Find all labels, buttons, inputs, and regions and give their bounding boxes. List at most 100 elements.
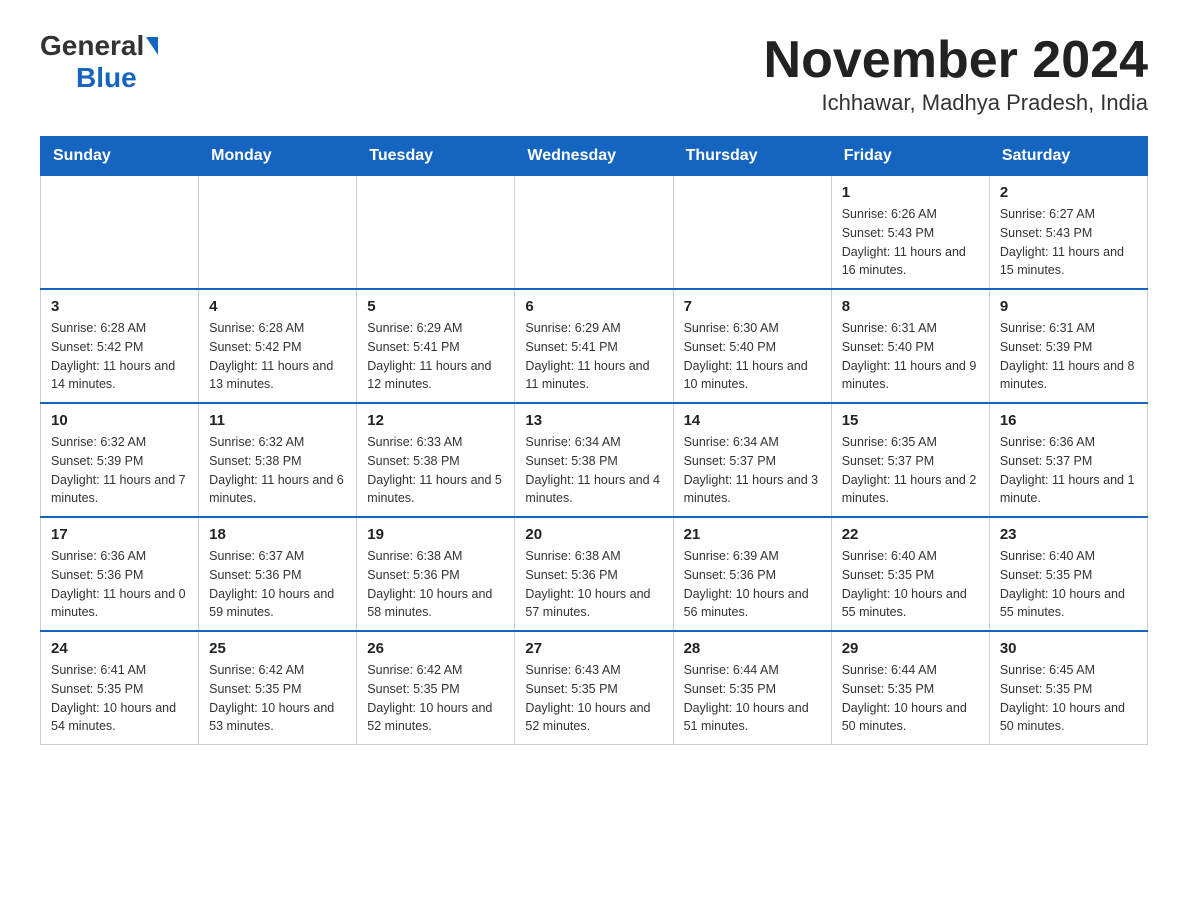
calendar-day-cell: 3 Sunrise: 6:28 AMSunset: 5:42 PMDaylight… [41,289,199,403]
day-number: 9 [1000,298,1137,315]
calendar-day-cell [357,176,515,290]
calendar-day-cell: 2 Sunrise: 6:27 AMSunset: 5:43 PMDaylight… [989,176,1147,290]
day-info: Sunrise: 6:31 AMSunset: 5:39 PMDaylight:… [1000,319,1137,394]
day-number: 24 [51,640,188,657]
day-info: Sunrise: 6:34 AMSunset: 5:38 PMDaylight:… [525,433,662,508]
day-number: 8 [842,298,979,315]
page-subtitle: Ichhawar, Madhya Pradesh, India [764,90,1148,116]
calendar-day-cell: 16 Sunrise: 6:36 AMSunset: 5:37 PMDayligh… [989,403,1147,517]
day-info: Sunrise: 6:31 AMSunset: 5:40 PMDaylight:… [842,319,979,394]
day-info: Sunrise: 6:28 AMSunset: 5:42 PMDaylight:… [51,319,188,394]
day-number: 7 [684,298,821,315]
day-info: Sunrise: 6:42 AMSunset: 5:35 PMDaylight:… [209,661,346,736]
calendar-day-cell: 26 Sunrise: 6:42 AMSunset: 5:35 PMDayligh… [357,631,515,745]
calendar-day-cell: 30 Sunrise: 6:45 AMSunset: 5:35 PMDayligh… [989,631,1147,745]
calendar-day-cell [41,176,199,290]
day-number: 14 [684,412,821,429]
day-number: 2 [1000,184,1137,201]
day-info: Sunrise: 6:38 AMSunset: 5:36 PMDaylight:… [367,547,504,622]
logo: General Blue [40,30,158,94]
calendar-day-cell: 10 Sunrise: 6:32 AMSunset: 5:39 PMDayligh… [41,403,199,517]
calendar-day-header: Wednesday [515,137,673,176]
calendar-day-cell: 28Sunrise: 6:44 AMSunset: 5:35 PMDayligh… [673,631,831,745]
calendar-day-cell [515,176,673,290]
day-number: 15 [842,412,979,429]
day-info: Sunrise: 6:40 AMSunset: 5:35 PMDaylight:… [1000,547,1137,622]
day-info: Sunrise: 6:27 AMSunset: 5:43 PMDaylight:… [1000,205,1137,280]
calendar-day-cell: 18 Sunrise: 6:37 AMSunset: 5:36 PMDayligh… [199,517,357,631]
day-info: Sunrise: 6:32 AMSunset: 5:39 PMDaylight:… [51,433,188,508]
calendar-day-cell: 8 Sunrise: 6:31 AMSunset: 5:40 PMDaylight… [831,289,989,403]
day-number: 10 [51,412,188,429]
day-number: 5 [367,298,504,315]
day-info: Sunrise: 6:26 AMSunset: 5:43 PMDaylight:… [842,205,979,280]
day-info: Sunrise: 6:36 AMSunset: 5:37 PMDaylight:… [1000,433,1137,508]
day-number: 27 [525,640,662,657]
day-number: 19 [367,526,504,543]
calendar-day-cell: 12 Sunrise: 6:33 AMSunset: 5:38 PMDayligh… [357,403,515,517]
calendar-table: SundayMondayTuesdayWednesdayThursdayFrid… [40,136,1148,745]
calendar-day-header: Friday [831,137,989,176]
day-number: 18 [209,526,346,543]
day-number: 25 [209,640,346,657]
day-number: 20 [525,526,662,543]
day-number: 30 [1000,640,1137,657]
day-info: Sunrise: 6:40 AMSunset: 5:35 PMDaylight:… [842,547,979,622]
calendar-day-cell: 14 Sunrise: 6:34 AMSunset: 5:37 PMDayligh… [673,403,831,517]
day-number: 21 [684,526,821,543]
day-number: 29 [842,640,979,657]
day-info: Sunrise: 6:30 AMSunset: 5:40 PMDaylight:… [684,319,821,394]
day-number: 13 [525,412,662,429]
day-number: 6 [525,298,662,315]
day-info: Sunrise: 6:44 AMSunset: 5:35 PMDaylight:… [842,661,979,736]
calendar-day-cell: 7 Sunrise: 6:30 AMSunset: 5:40 PMDaylight… [673,289,831,403]
day-info: Sunrise: 6:29 AMSunset: 5:41 PMDaylight:… [367,319,504,394]
calendar-header-row: SundayMondayTuesdayWednesdayThursdayFrid… [41,137,1148,176]
day-number: 28 [684,640,821,657]
day-number: 1 [842,184,979,201]
calendar-day-header: Tuesday [357,137,515,176]
day-number: 16 [1000,412,1137,429]
calendar-day-cell [673,176,831,290]
day-info: Sunrise: 6:34 AMSunset: 5:37 PMDaylight:… [684,433,821,508]
calendar-week-row: 17 Sunrise: 6:36 AMSunset: 5:36 PMDayligh… [41,517,1148,631]
calendar-day-header: Monday [199,137,357,176]
calendar-day-cell: 1 Sunrise: 6:26 AMSunset: 5:43 PMDaylight… [831,176,989,290]
day-number: 17 [51,526,188,543]
calendar-week-row: 1 Sunrise: 6:26 AMSunset: 5:43 PMDaylight… [41,176,1148,290]
calendar-day-cell: 19 Sunrise: 6:38 AMSunset: 5:36 PMDayligh… [357,517,515,631]
day-info: Sunrise: 6:35 AMSunset: 5:37 PMDaylight:… [842,433,979,508]
day-info: Sunrise: 6:33 AMSunset: 5:38 PMDaylight:… [367,433,504,508]
calendar-day-cell: 25 Sunrise: 6:42 AMSunset: 5:35 PMDayligh… [199,631,357,745]
calendar-day-cell: 23 Sunrise: 6:40 AMSunset: 5:35 PMDayligh… [989,517,1147,631]
logo-triangle-icon [146,37,158,55]
calendar-day-header: Sunday [41,137,199,176]
day-info: Sunrise: 6:29 AMSunset: 5:41 PMDaylight:… [525,319,662,394]
page-header: General Blue November 2024 Ichhawar, Mad… [40,30,1148,116]
calendar-day-cell: 11Sunrise: 6:32 AMSunset: 5:38 PMDayligh… [199,403,357,517]
day-number: 3 [51,298,188,315]
calendar-day-cell: 15 Sunrise: 6:35 AMSunset: 5:37 PMDayligh… [831,403,989,517]
day-info: Sunrise: 6:28 AMSunset: 5:42 PMDaylight:… [209,319,346,394]
day-info: Sunrise: 6:38 AMSunset: 5:36 PMDaylight:… [525,547,662,622]
day-number: 26 [367,640,504,657]
calendar-day-cell: 6 Sunrise: 6:29 AMSunset: 5:41 PMDaylight… [515,289,673,403]
calendar-week-row: 24 Sunrise: 6:41 AMSunset: 5:35 PMDayligh… [41,631,1148,745]
day-number: 23 [1000,526,1137,543]
calendar-day-cell: 27 Sunrise: 6:43 AMSunset: 5:35 PMDayligh… [515,631,673,745]
page-title: November 2024 [764,30,1148,90]
day-info: Sunrise: 6:41 AMSunset: 5:35 PMDaylight:… [51,661,188,736]
calendar-day-cell: 4Sunrise: 6:28 AMSunset: 5:42 PMDaylight… [199,289,357,403]
calendar-week-row: 10 Sunrise: 6:32 AMSunset: 5:39 PMDayligh… [41,403,1148,517]
calendar-day-cell [199,176,357,290]
day-number: 12 [367,412,504,429]
day-info: Sunrise: 6:43 AMSunset: 5:35 PMDaylight:… [525,661,662,736]
logo-blue-text: Blue [76,62,137,93]
day-info: Sunrise: 6:42 AMSunset: 5:35 PMDaylight:… [367,661,504,736]
day-info: Sunrise: 6:37 AMSunset: 5:36 PMDaylight:… [209,547,346,622]
calendar-day-header: Saturday [989,137,1147,176]
day-info: Sunrise: 6:36 AMSunset: 5:36 PMDaylight:… [51,547,188,622]
day-info: Sunrise: 6:45 AMSunset: 5:35 PMDaylight:… [1000,661,1137,736]
day-number: 22 [842,526,979,543]
calendar-day-cell: 9 Sunrise: 6:31 AMSunset: 5:39 PMDaylight… [989,289,1147,403]
